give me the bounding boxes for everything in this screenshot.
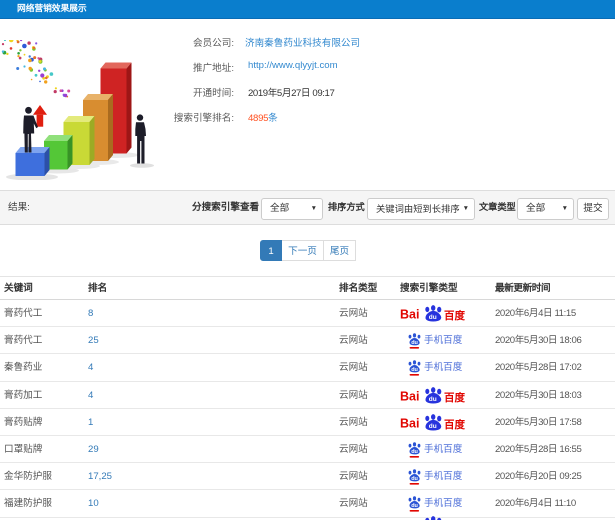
svg-text:du: du <box>411 503 418 509</box>
svg-text:du: du <box>411 476 418 482</box>
svg-text:百度: 百度 <box>444 391 465 404</box>
svg-text:Bai: Bai <box>400 389 419 403</box>
svg-text:百度: 百度 <box>444 309 465 322</box>
svg-text:Bai: Bai <box>400 308 419 322</box>
svg-text:du: du <box>411 340 418 346</box>
svg-text:du: du <box>429 395 437 402</box>
svg-text:du: du <box>411 449 418 455</box>
svg-text:du: du <box>429 314 437 321</box>
svg-text:Bai: Bai <box>400 416 419 430</box>
svg-text:百度: 百度 <box>444 418 465 431</box>
svg-text:du: du <box>411 367 418 373</box>
svg-text:du: du <box>429 423 437 430</box>
